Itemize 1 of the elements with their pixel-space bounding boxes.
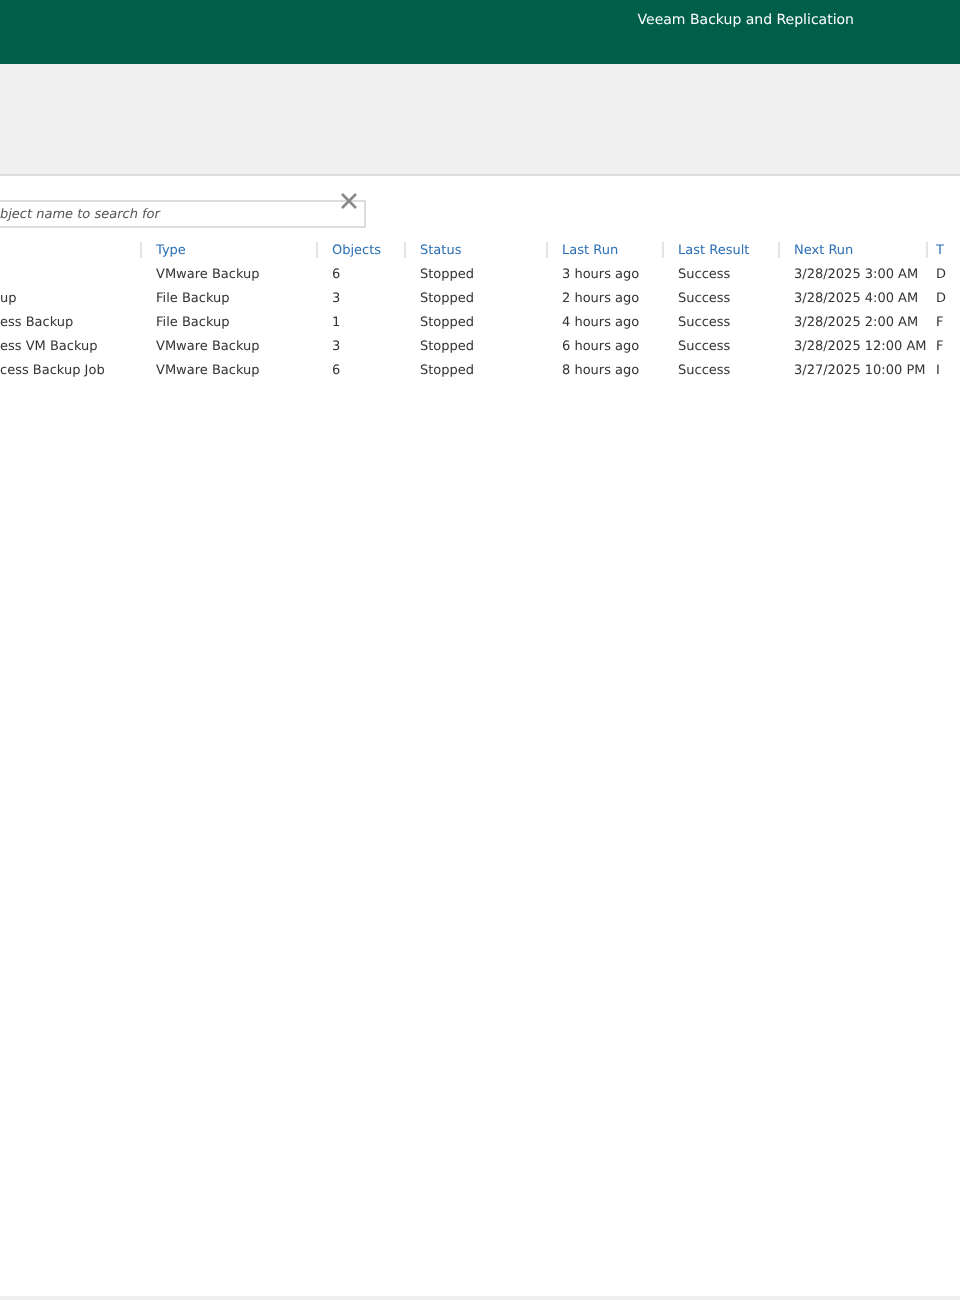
clear-icon[interactable] (340, 192, 358, 210)
